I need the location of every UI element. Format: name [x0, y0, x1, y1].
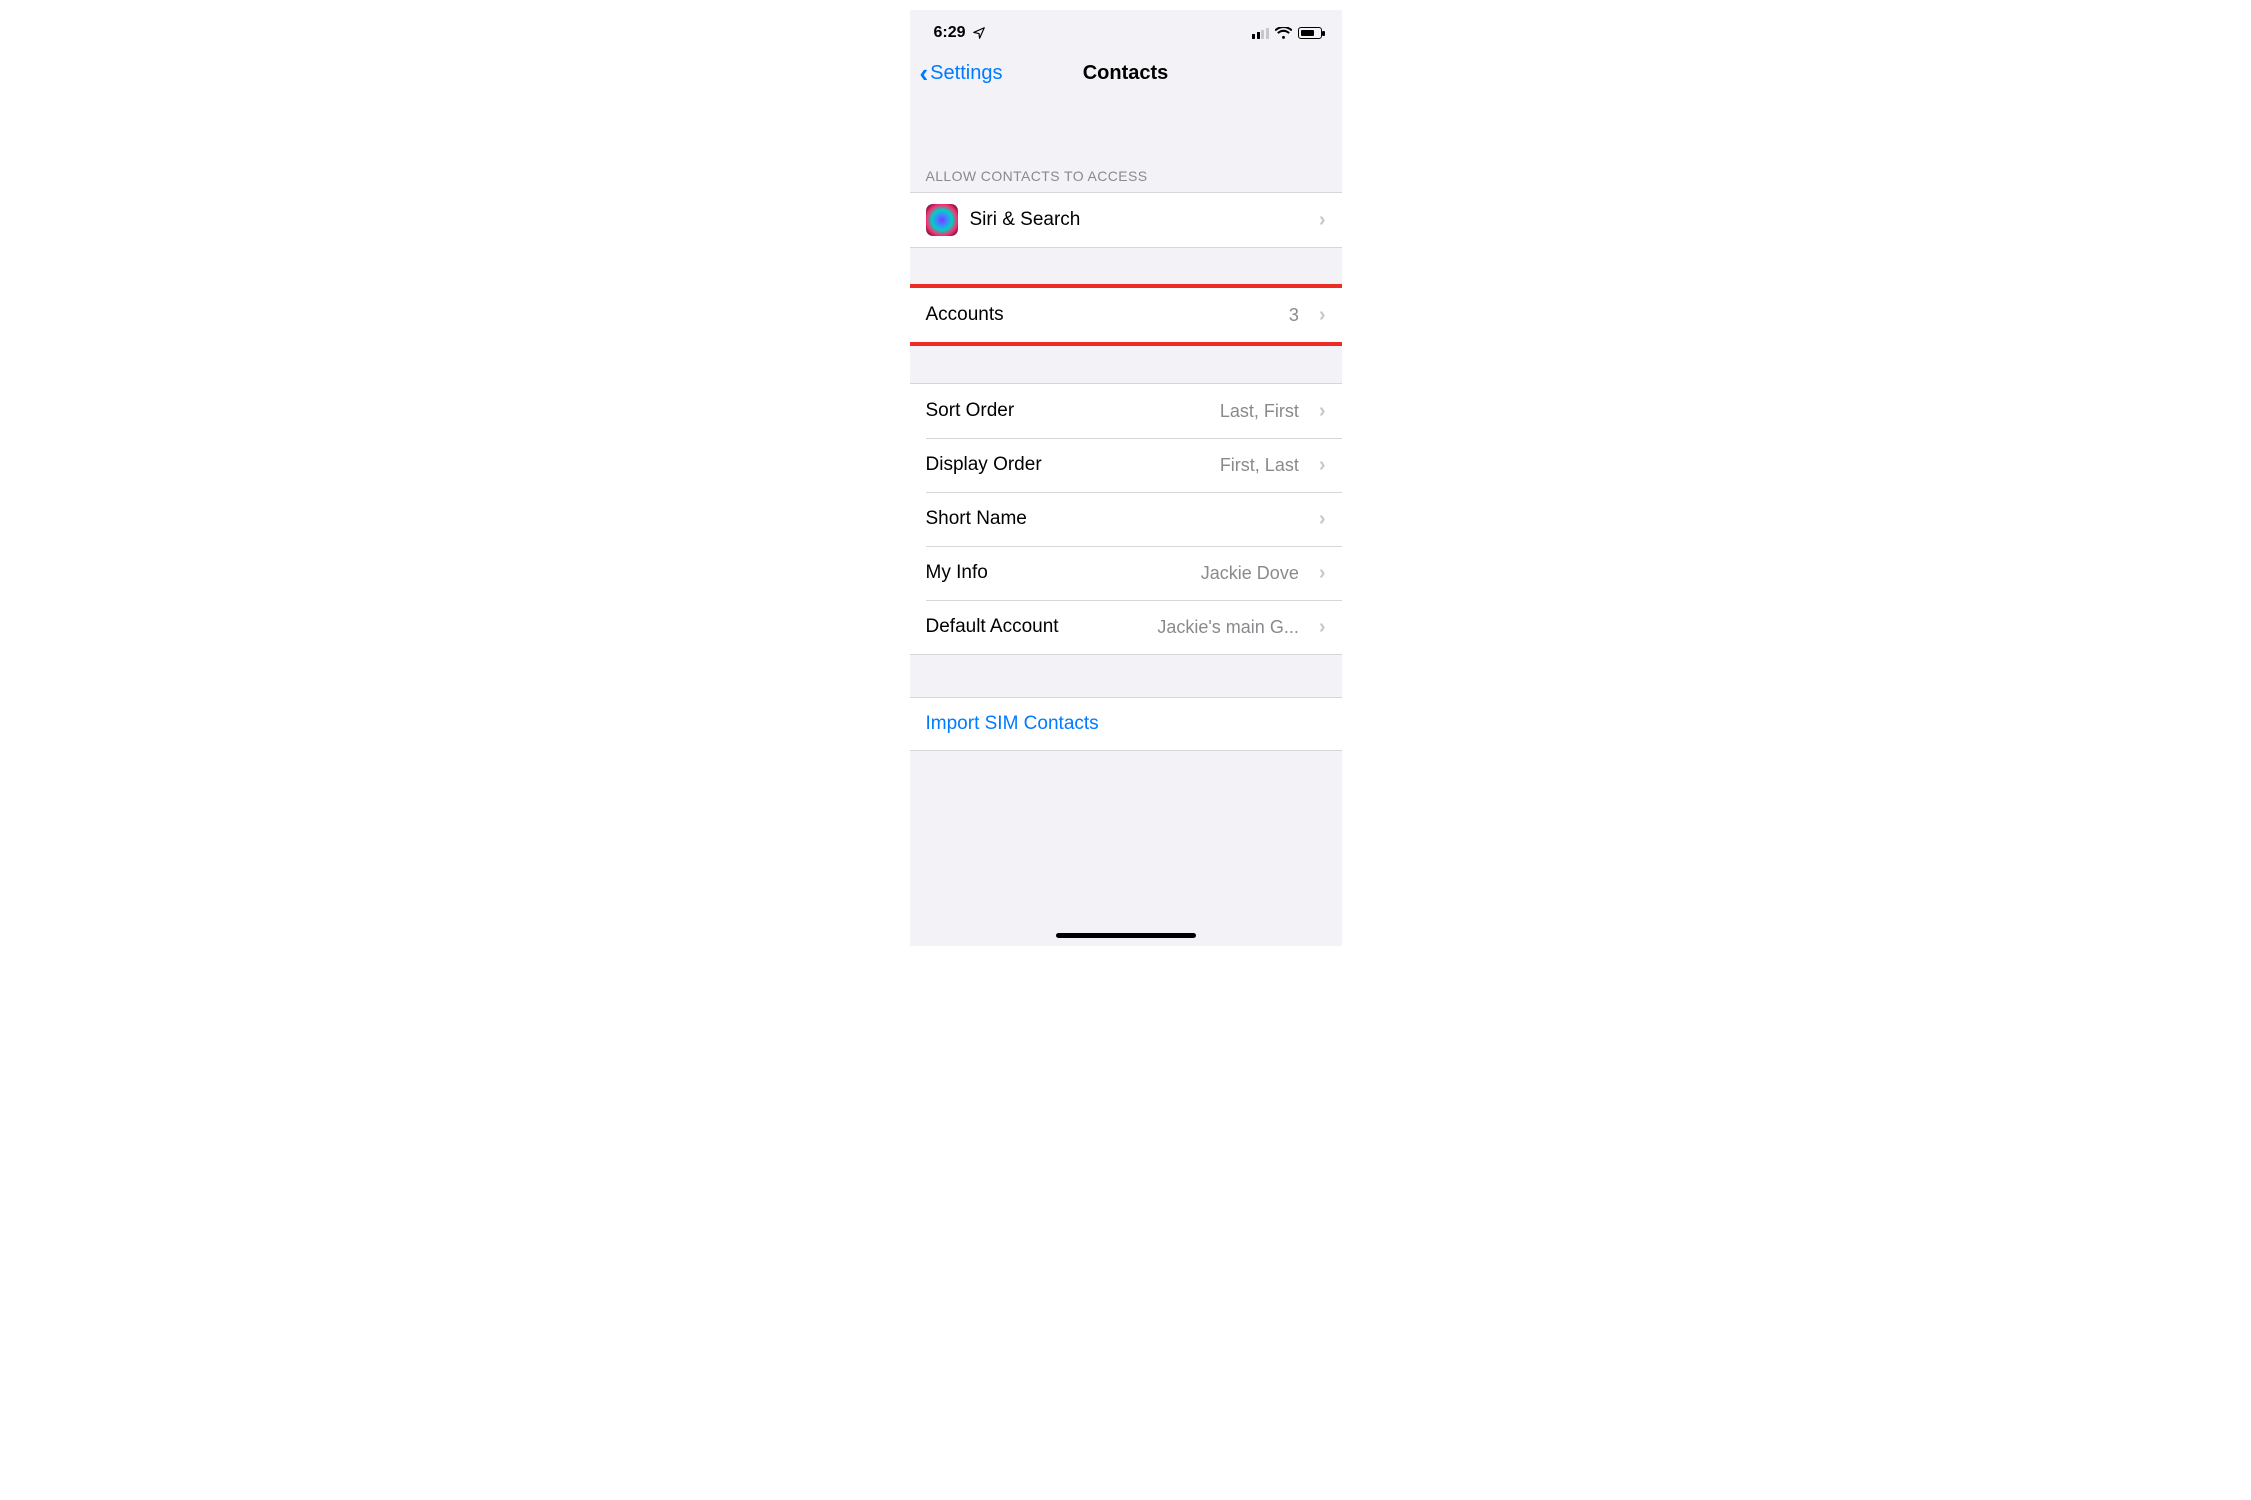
- row-label: Default Account: [926, 616, 1059, 638]
- status-bar: 6:29: [910, 10, 1342, 48]
- chevron-right-icon: ›: [1319, 617, 1326, 637]
- chevron-right-icon: ›: [1319, 210, 1326, 230]
- row-value: Jackie's main G...: [1071, 617, 1299, 638]
- section-header-access: ALLOW CONTACTS TO ACCESS: [910, 98, 1342, 192]
- chevron-right-icon: ›: [1319, 305, 1326, 325]
- cellular-icon: [1252, 28, 1269, 39]
- row-label: My Info: [926, 562, 988, 584]
- chevron-right-icon: ›: [1319, 455, 1326, 475]
- row-label: Sort Order: [926, 400, 1015, 422]
- chevron-left-icon: ‹: [920, 60, 929, 86]
- group-access: Siri & Search ›: [910, 192, 1342, 248]
- row-display-order[interactable]: Display Order First, Last ›: [910, 438, 1342, 492]
- row-value: 3: [1016, 305, 1299, 326]
- home-indicator: [1056, 933, 1196, 938]
- phone-frame: 6:29 ‹ Settings: [910, 10, 1342, 946]
- row-my-info[interactable]: My Info Jackie Dove ›: [910, 546, 1342, 600]
- row-label: Short Name: [926, 508, 1027, 530]
- group-accounts: Accounts 3 ›: [910, 287, 1342, 343]
- row-value: Jackie Dove: [1000, 563, 1299, 584]
- status-icons: [1252, 27, 1322, 40]
- status-time: 6:29: [934, 24, 966, 42]
- chevron-right-icon: ›: [1319, 563, 1326, 583]
- import-sim-label: Import SIM Contacts: [926, 713, 1099, 735]
- siri-icon: [926, 204, 958, 236]
- status-time-group: 6:29: [934, 24, 986, 42]
- row-value: First, Last: [1054, 455, 1299, 476]
- back-button[interactable]: ‹ Settings: [920, 60, 1003, 86]
- group-settings: Sort Order Last, First › Display Order F…: [910, 383, 1342, 655]
- row-default-account[interactable]: Default Account Jackie's main G... ›: [910, 600, 1342, 654]
- row-import-sim[interactable]: Import SIM Contacts: [910, 697, 1342, 751]
- location-arrow-icon: [972, 26, 986, 40]
- row-label: Accounts: [926, 304, 1004, 326]
- wifi-icon: [1275, 27, 1292, 40]
- row-value: Last, First: [1026, 401, 1299, 422]
- battery-icon: [1298, 27, 1322, 39]
- chevron-right-icon: ›: [1319, 509, 1326, 529]
- row-siri-search[interactable]: Siri & Search ›: [910, 193, 1342, 247]
- row-label: Display Order: [926, 454, 1042, 476]
- nav-header: ‹ Settings Contacts: [910, 48, 1342, 98]
- row-short-name[interactable]: Short Name ›: [910, 492, 1342, 546]
- row-accounts[interactable]: Accounts 3 ›: [910, 288, 1342, 342]
- chevron-right-icon: ›: [1319, 401, 1326, 421]
- row-label: Siri & Search: [970, 209, 1081, 231]
- row-sort-order[interactable]: Sort Order Last, First ›: [910, 384, 1342, 438]
- back-label: Settings: [930, 62, 1002, 85]
